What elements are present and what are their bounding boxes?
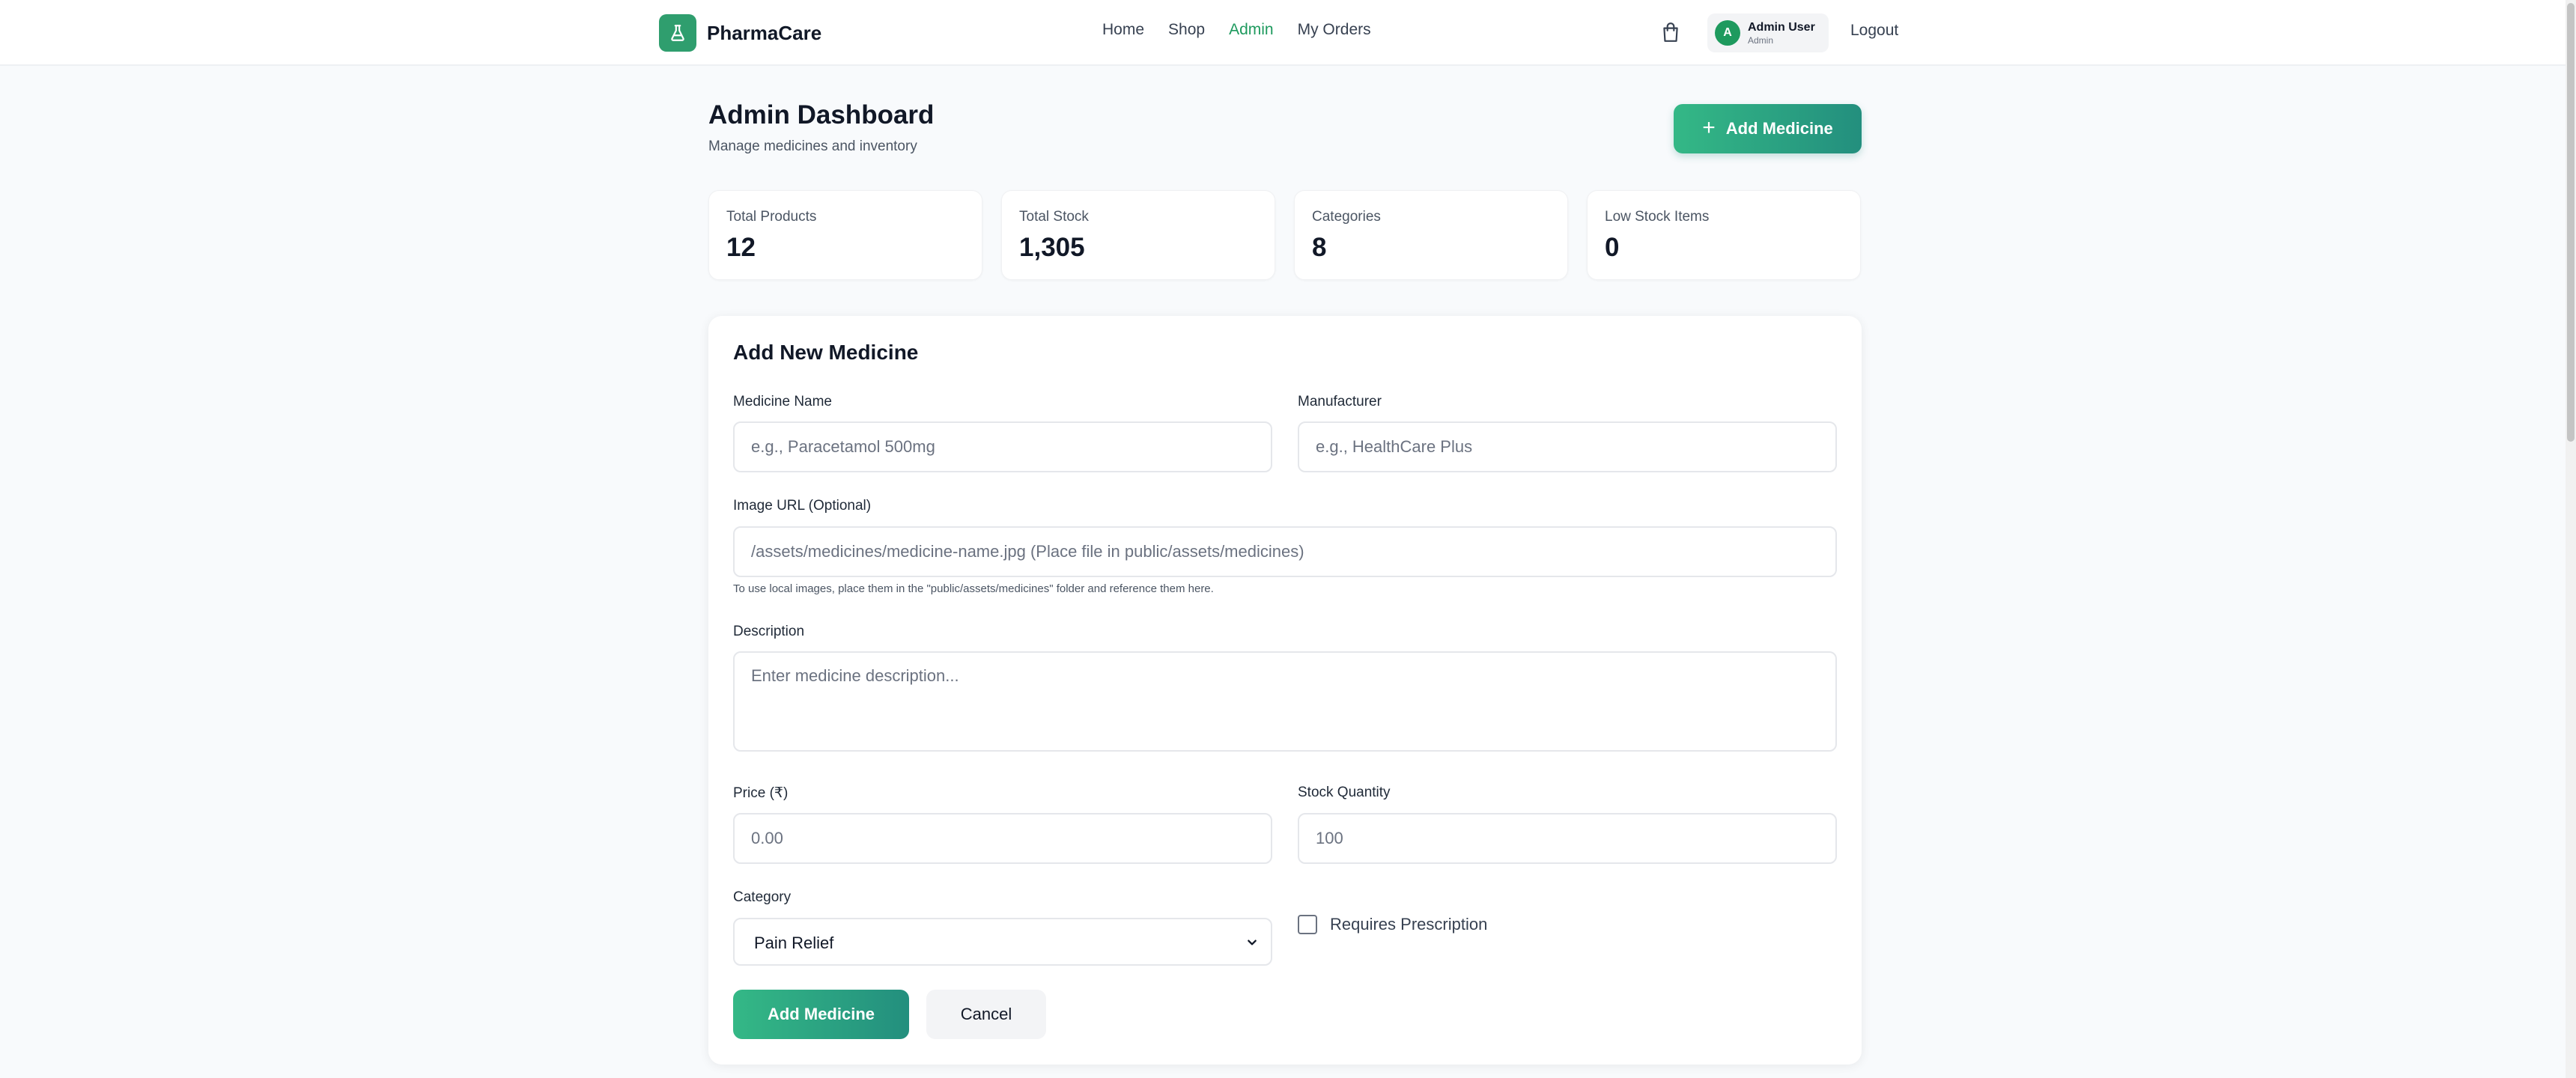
image-url-input[interactable] xyxy=(733,526,1837,577)
main-nav: Home Shop Admin My Orders xyxy=(1102,21,1371,39)
stat-label: Categories xyxy=(1312,209,1381,225)
stock-quantity-label: Stock Quantity xyxy=(1298,785,1391,800)
brand-name: PharmaCare xyxy=(707,21,822,44)
stat-label: Total Products xyxy=(726,209,817,225)
user-role: Admin xyxy=(1748,34,1774,46)
description-label: Description xyxy=(733,624,805,639)
stat-card-total-products: Total Products 12 xyxy=(708,190,982,280)
requires-prescription-label[interactable]: Requires Prescription xyxy=(1330,915,1487,934)
avatar: A xyxy=(1715,20,1740,46)
price-input[interactable] xyxy=(733,813,1272,864)
description-textarea[interactable] xyxy=(733,651,1837,752)
top-navbar: PharmaCare Home Shop Admin My Orders A A… xyxy=(0,0,2576,66)
stat-label: Total Stock xyxy=(1019,209,1089,225)
submit-add-medicine-button[interactable]: Add Medicine xyxy=(733,990,909,1039)
stat-card-low-stock: Low Stock Items 0 xyxy=(1587,190,1861,280)
stat-value: 12 xyxy=(726,233,756,262)
cancel-button[interactable]: Cancel xyxy=(926,990,1046,1039)
medicine-name-input[interactable] xyxy=(733,421,1272,472)
add-medicine-label: Add Medicine xyxy=(1725,119,1833,138)
manufacturer-label: Manufacturer xyxy=(1298,394,1382,409)
manufacturer-input[interactable] xyxy=(1298,421,1837,472)
add-medicine-form: Add New Medicine Medicine Name Manufactu… xyxy=(708,316,1862,1065)
scrollbar-track[interactable] xyxy=(2566,0,2576,1078)
user-name: Admin User xyxy=(1748,20,1815,34)
page: PharmaCare Home Shop Admin My Orders A A… xyxy=(0,0,2576,1078)
category-label: Category xyxy=(733,889,792,905)
add-medicine-button[interactable]: + Add Medicine xyxy=(1674,104,1862,153)
image-url-hint: To use local images, place them in the "… xyxy=(733,582,1214,595)
requires-prescription-checkbox[interactable] xyxy=(1298,915,1317,934)
stat-value: 8 xyxy=(1312,233,1327,262)
nav-link-admin[interactable]: Admin xyxy=(1229,21,1274,39)
stat-card-categories: Categories 8 xyxy=(1294,190,1568,280)
category-select[interactable]: Pain Relief xyxy=(733,918,1272,966)
logout-button[interactable]: Logout xyxy=(1850,22,1898,40)
nav-link-shop[interactable]: Shop xyxy=(1168,21,1205,39)
chevron-down-icon xyxy=(1248,940,1257,945)
nav-link-my-orders[interactable]: My Orders xyxy=(1298,21,1371,39)
page-subtitle: Manage medicines and inventory xyxy=(708,138,917,154)
image-url-label: Image URL (Optional) xyxy=(733,498,872,514)
flask-icon xyxy=(659,14,696,52)
brand[interactable]: PharmaCare xyxy=(659,14,821,52)
scrollbar-thumb[interactable] xyxy=(2567,3,2575,442)
category-selected-value: Pain Relief xyxy=(754,934,834,952)
stat-value: 1,305 xyxy=(1019,233,1085,262)
medicine-name-label: Medicine Name xyxy=(733,394,832,409)
stock-quantity-input[interactable] xyxy=(1298,813,1837,864)
page-title: Admin Dashboard xyxy=(708,100,935,130)
shopping-bag-icon[interactable] xyxy=(1661,22,1680,43)
nav-link-home[interactable]: Home xyxy=(1102,21,1144,39)
stat-card-total-stock: Total Stock 1,305 xyxy=(1001,190,1275,280)
stat-value: 0 xyxy=(1605,233,1620,262)
price-label: Price (₹) xyxy=(733,785,789,801)
form-title: Add New Medicine xyxy=(733,341,919,364)
plus-icon: + xyxy=(1702,115,1716,140)
stat-label: Low Stock Items xyxy=(1605,209,1710,225)
user-menu[interactable]: A Admin User Admin xyxy=(1707,13,1829,52)
